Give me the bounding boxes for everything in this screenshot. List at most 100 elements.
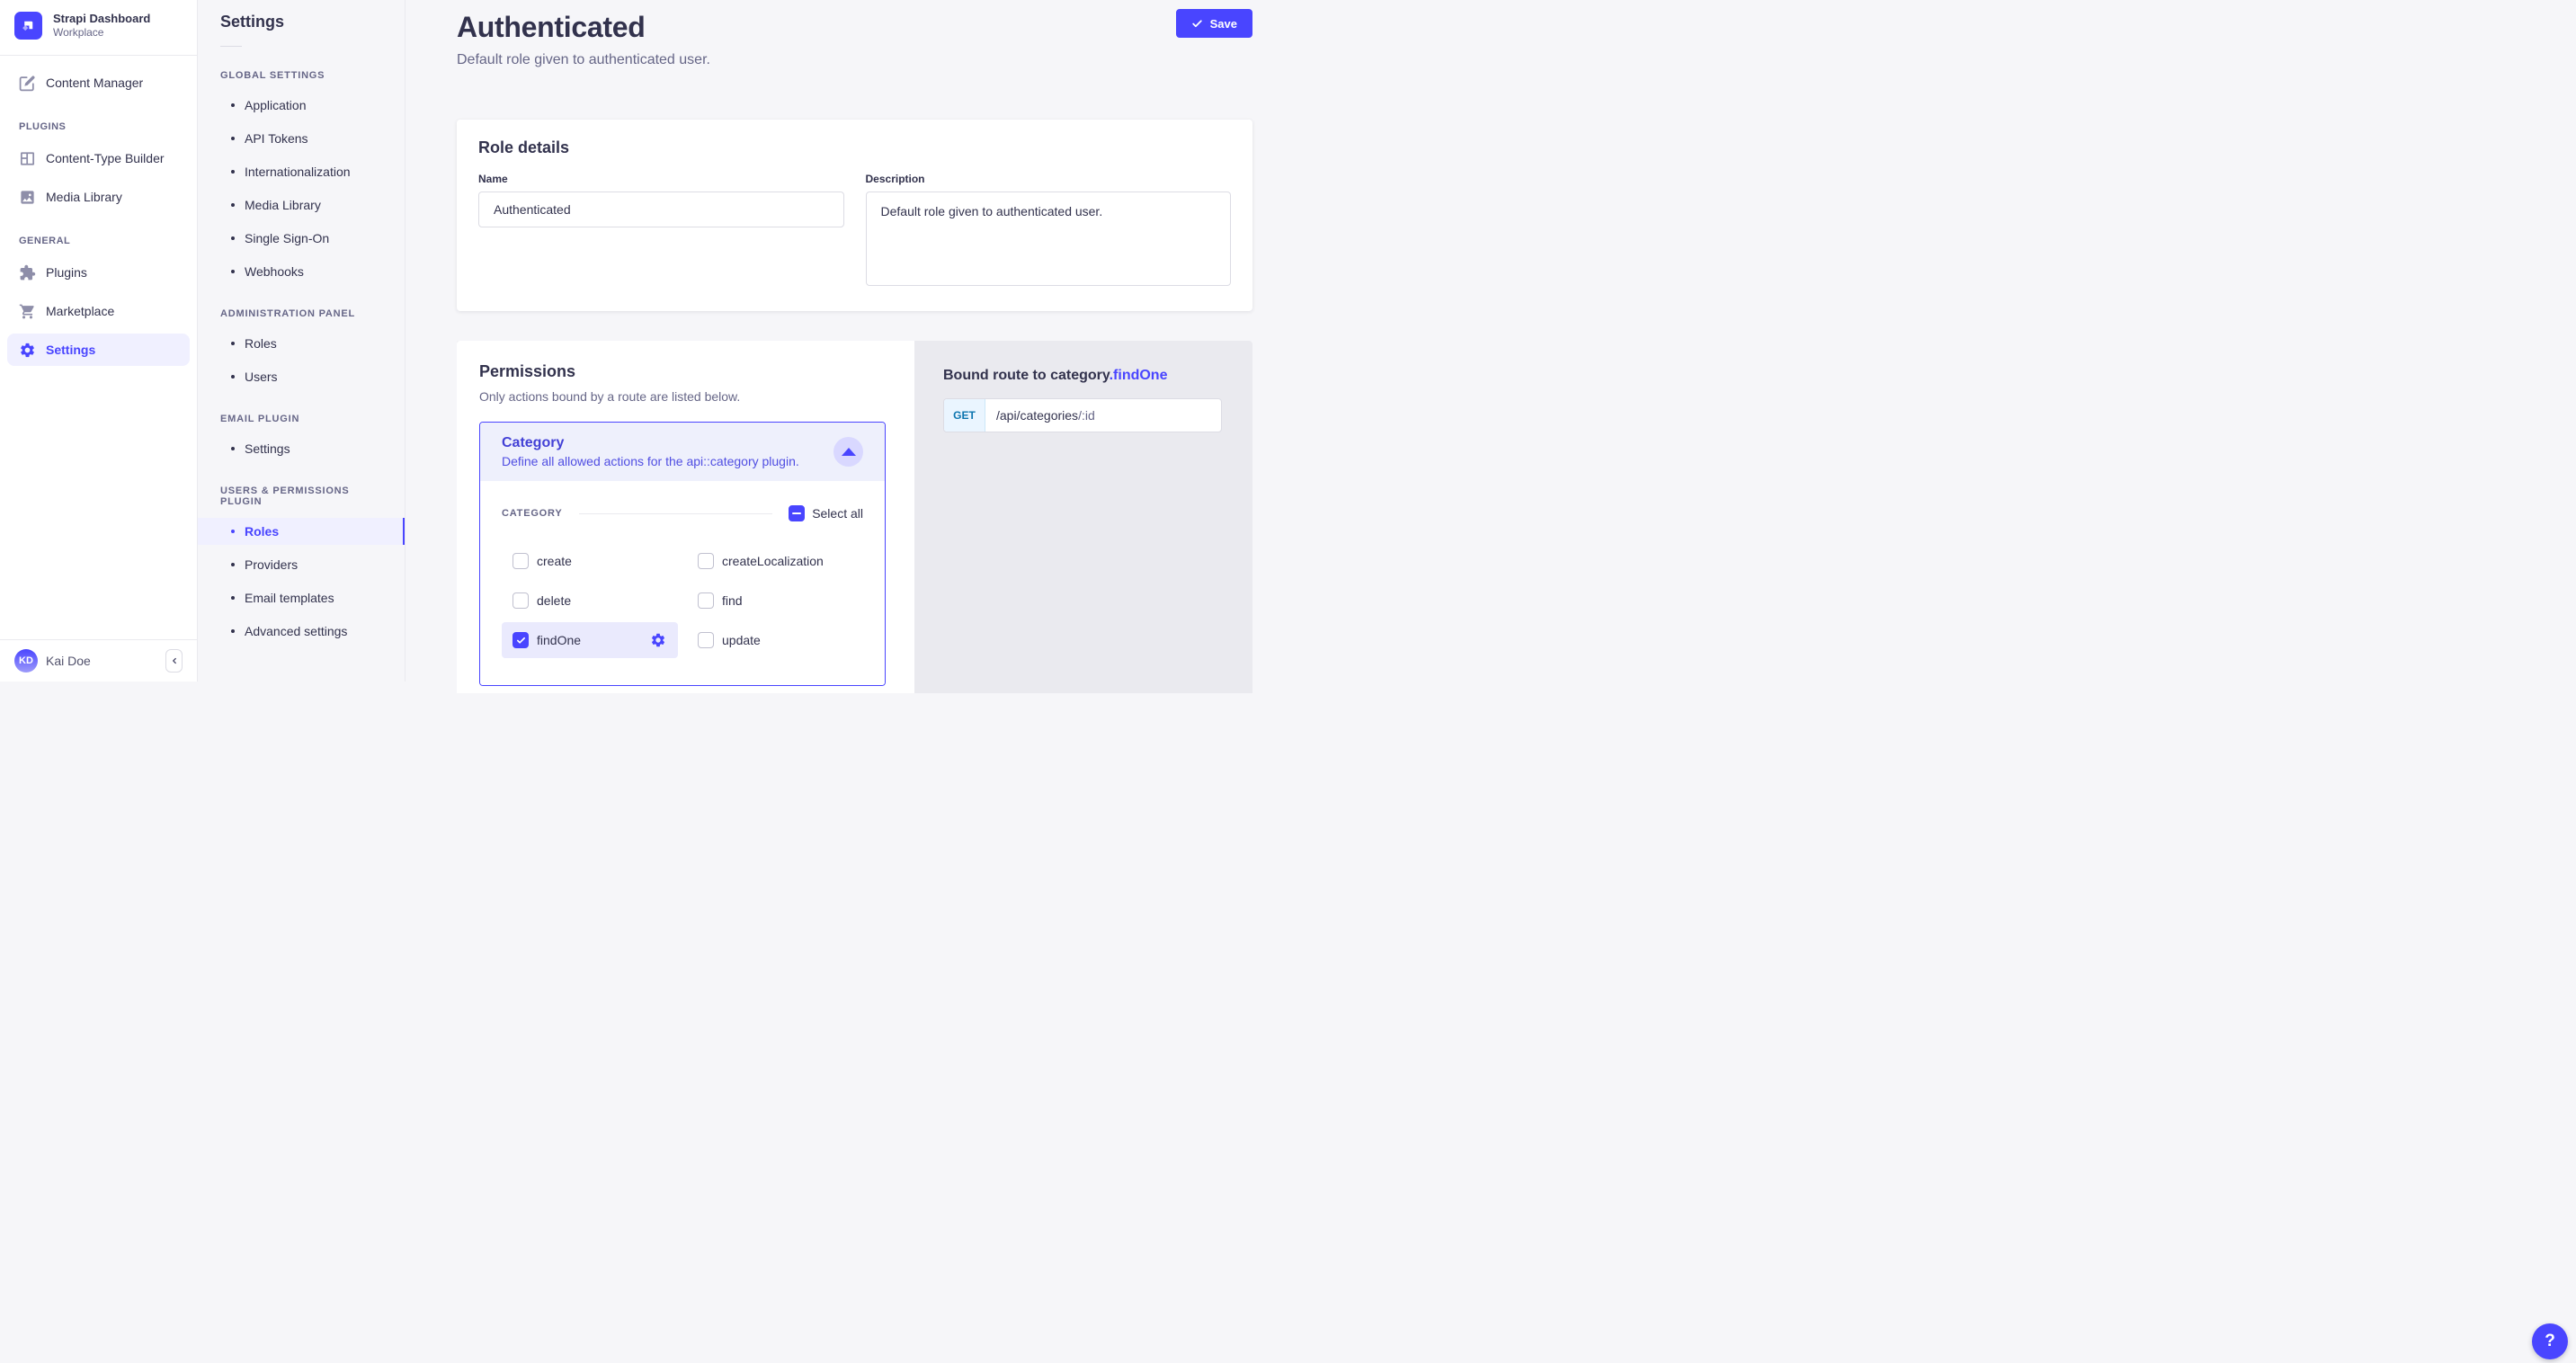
permission-findOne: findOne	[502, 622, 678, 658]
marketplace-icon	[19, 302, 37, 320]
category-accordion-text: Category Define all allowed actions for …	[502, 435, 799, 468]
settings-nav-title: Settings	[198, 13, 405, 31]
settings-nav-item-providers[interactable]: Providers	[198, 551, 405, 578]
content-type-builder-icon	[19, 149, 37, 167]
description-textarea[interactable]: Default role given to authenticated user…	[866, 192, 1232, 286]
main-nav-list: Content Manager PLUGINS Content-Type Bui…	[0, 56, 197, 366]
settings-nav-item-email-settings[interactable]: Settings	[198, 435, 405, 462]
select-all-checkbox[interactable]	[789, 505, 805, 521]
role-details-form: Name Description Default role given to a…	[478, 173, 1231, 290]
bullet-icon	[231, 103, 235, 107]
sidebar-item-label: Marketplace	[46, 304, 114, 318]
permission-label: createLocalization	[722, 554, 824, 568]
sidebar-item-label: Plugins	[46, 265, 87, 280]
category-accordion-title: Category	[502, 435, 799, 451]
permission-label: find	[722, 593, 743, 608]
role-details-card: Role details Name Description Default ro…	[457, 120, 1252, 311]
main-sidebar: Strapi Dashboard Workplace Content Manag…	[0, 0, 198, 682]
workspace-switcher[interactable]: Strapi Dashboard Workplace	[0, 0, 197, 55]
page-title: Authenticated	[457, 11, 710, 44]
section-administration-panel: ADMINISTRATION PANEL	[220, 308, 382, 319]
description-field-group: Description Default role given to authen…	[866, 173, 1232, 290]
bullet-icon	[231, 530, 235, 533]
findOne-checkbox[interactable]	[513, 632, 529, 648]
help-button[interactable]: ?	[2532, 1323, 2568, 1359]
collapse-accordion-button[interactable]	[833, 437, 863, 467]
sidebar-item-marketplace[interactable]: Marketplace	[7, 295, 190, 327]
content-manager-icon	[19, 74, 37, 92]
avatar[interactable]: KD	[14, 649, 38, 673]
sidebar-item-settings[interactable]: Settings	[7, 334, 190, 366]
settings-nav-item-application[interactable]: Application	[198, 92, 405, 119]
settings-nav-label: Webhooks	[245, 264, 304, 279]
caret-up-icon	[842, 448, 856, 456]
category-accordion-description: Define all allowed actions for the api::…	[502, 454, 799, 468]
permissions-section: Permissions Only actions bound by a rout…	[457, 341, 1252, 693]
category-group-label: CATEGORY	[502, 508, 563, 519]
category-group-row: CATEGORY Select all	[502, 505, 863, 521]
createLocalization-checkbox[interactable]	[698, 553, 714, 569]
route-path-base: /api/categories	[996, 408, 1078, 423]
save-button[interactable]: Save	[1176, 9, 1252, 38]
permission-delete: delete	[502, 583, 678, 619]
route-path: /api/categories/:id	[985, 399, 1106, 432]
findOne-settings-button[interactable]	[649, 631, 667, 649]
http-method-badge: GET	[944, 399, 985, 432]
sidebar-item-media-library[interactable]: Media Library	[7, 181, 190, 213]
sidebar-footer: KD Kai Doe	[0, 639, 197, 682]
permissions-card: Permissions Only actions bound by a rout…	[457, 341, 914, 693]
category-accordion-header[interactable]: Category Define all allowed actions for …	[480, 423, 885, 481]
bound-route-title: Bound route to category.findOne	[943, 368, 1222, 384]
permission-label: update	[722, 633, 761, 647]
permission-update: update	[687, 622, 863, 658]
select-all-control[interactable]: Select all	[789, 505, 863, 521]
settings-nav-item-internationalization[interactable]: Internationalization	[198, 158, 405, 185]
permission-create: create	[502, 543, 678, 579]
sidebar-item-content-type-builder[interactable]: Content-Type Builder	[7, 142, 190, 174]
settings-nav-item-email-templates[interactable]: Email templates	[198, 584, 405, 611]
media-library-icon	[19, 188, 37, 206]
plugins-icon	[19, 263, 37, 281]
bullet-icon	[231, 203, 235, 207]
update-checkbox[interactable]	[698, 632, 714, 648]
collapse-sidebar-button[interactable]	[165, 649, 183, 673]
sidebar-item-content-manager[interactable]: Content Manager	[7, 67, 190, 99]
settings-nav-item-media-library[interactable]: Media Library	[198, 192, 405, 218]
bullet-icon	[231, 629, 235, 633]
create-checkbox[interactable]	[513, 553, 529, 569]
settings-nav-item-single-sign-on[interactable]: Single Sign-On	[198, 225, 405, 252]
settings-nav-item-webhooks[interactable]: Webhooks	[198, 258, 405, 285]
group-divider-line	[579, 513, 773, 514]
sidebar-item-label: Content Manager	[46, 76, 143, 90]
permission-label: delete	[537, 593, 571, 608]
page-header-text: Authenticated Default role given to auth…	[457, 11, 710, 68]
settings-nav-item-up-roles[interactable]: Roles	[198, 518, 405, 545]
route-path-param: /:id	[1078, 408, 1095, 423]
sidebar-item-plugins[interactable]: Plugins	[7, 256, 190, 289]
settings-nav-label: Advanced settings	[245, 624, 347, 638]
bullet-icon	[231, 270, 235, 273]
name-field-group: Name	[478, 173, 844, 290]
section-email-plugin: EMAIL PLUGIN	[220, 414, 382, 424]
settings-nav-item-advanced-settings[interactable]: Advanced settings	[198, 618, 405, 645]
strapi-logo-icon	[14, 12, 42, 40]
settings-nav-item-admin-roles[interactable]: Roles	[198, 330, 405, 357]
permission-label: findOne	[537, 633, 581, 647]
check-icon	[516, 636, 526, 646]
role-details-heading: Role details	[478, 138, 1231, 157]
settings-nav-label: Internationalization	[245, 165, 351, 179]
settings-nav-item-api-tokens[interactable]: API Tokens	[198, 125, 405, 152]
permission-find: find	[687, 583, 863, 619]
section-users-permissions-plugin: USERS & PERMISSIONS PLUGIN	[220, 486, 382, 507]
settings-nav-item-admin-users[interactable]: Users	[198, 363, 405, 390]
sidebar-item-label: Settings	[46, 343, 95, 357]
bullet-icon	[231, 236, 235, 240]
category-accordion-body: CATEGORY Select all create	[480, 481, 885, 685]
name-input[interactable]	[478, 192, 844, 227]
find-checkbox[interactable]	[698, 592, 714, 609]
settings-nav-label: Settings	[245, 441, 290, 456]
delete-checkbox[interactable]	[513, 592, 529, 609]
settings-icon	[19, 341, 37, 359]
user-name: Kai Doe	[46, 654, 157, 668]
settings-sidebar: Settings GLOBAL SETTINGS Application API…	[198, 0, 406, 682]
